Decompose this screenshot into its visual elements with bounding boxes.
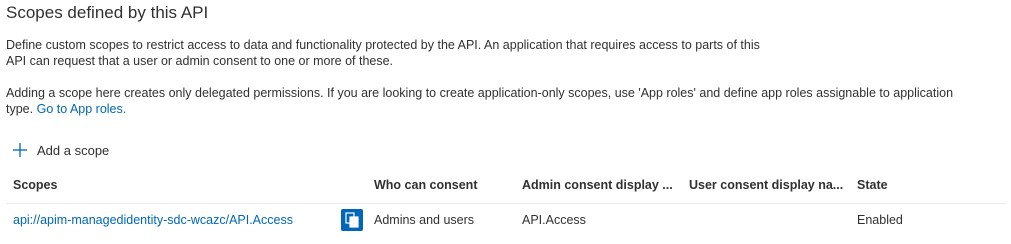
copy-icon <box>341 209 363 231</box>
column-header-scopes[interactable]: Scopes <box>13 178 57 192</box>
note-line-2-prefix: type. <box>6 102 34 116</box>
section-title: Scopes defined by this API <box>6 3 209 22</box>
add-scope-label: Add a scope <box>37 142 110 158</box>
plus-icon <box>12 142 28 158</box>
go-to-app-roles-link[interactable]: Go to App roles. <box>37 102 127 116</box>
column-header-admin-consent-display[interactable]: Admin consent display ... <box>522 178 673 192</box>
table-header-divider <box>6 203 1006 204</box>
column-header-state[interactable]: State <box>857 178 888 192</box>
copy-to-clipboard-button[interactable] <box>341 209 363 231</box>
scope-name-link[interactable]: api://apim-managedidentity-sdc-wcazc/API… <box>13 213 293 227</box>
note-line-2: type. Go to App roles. <box>6 101 1006 117</box>
scopes-description: Define custom scopes to restrict access … <box>6 37 1006 69</box>
state-cell: Enabled <box>857 213 903 227</box>
add-scope-button[interactable]: Add a scope <box>12 142 109 158</box>
description-line-2: API can request that a user or admin con… <box>6 54 394 68</box>
admin-consent-display-cell: API.Access <box>522 213 586 227</box>
description-line-1: Define custom scopes to restrict access … <box>6 38 760 52</box>
delegated-permissions-note: Adding a scope here creates only delegat… <box>6 85 1006 117</box>
column-header-who-can-consent[interactable]: Who can consent <box>374 178 477 192</box>
who-can-consent-cell: Admins and users <box>374 213 475 227</box>
note-line-1: Adding a scope here creates only delegat… <box>6 86 954 100</box>
column-header-user-consent-display[interactable]: User consent display na... <box>689 178 843 192</box>
